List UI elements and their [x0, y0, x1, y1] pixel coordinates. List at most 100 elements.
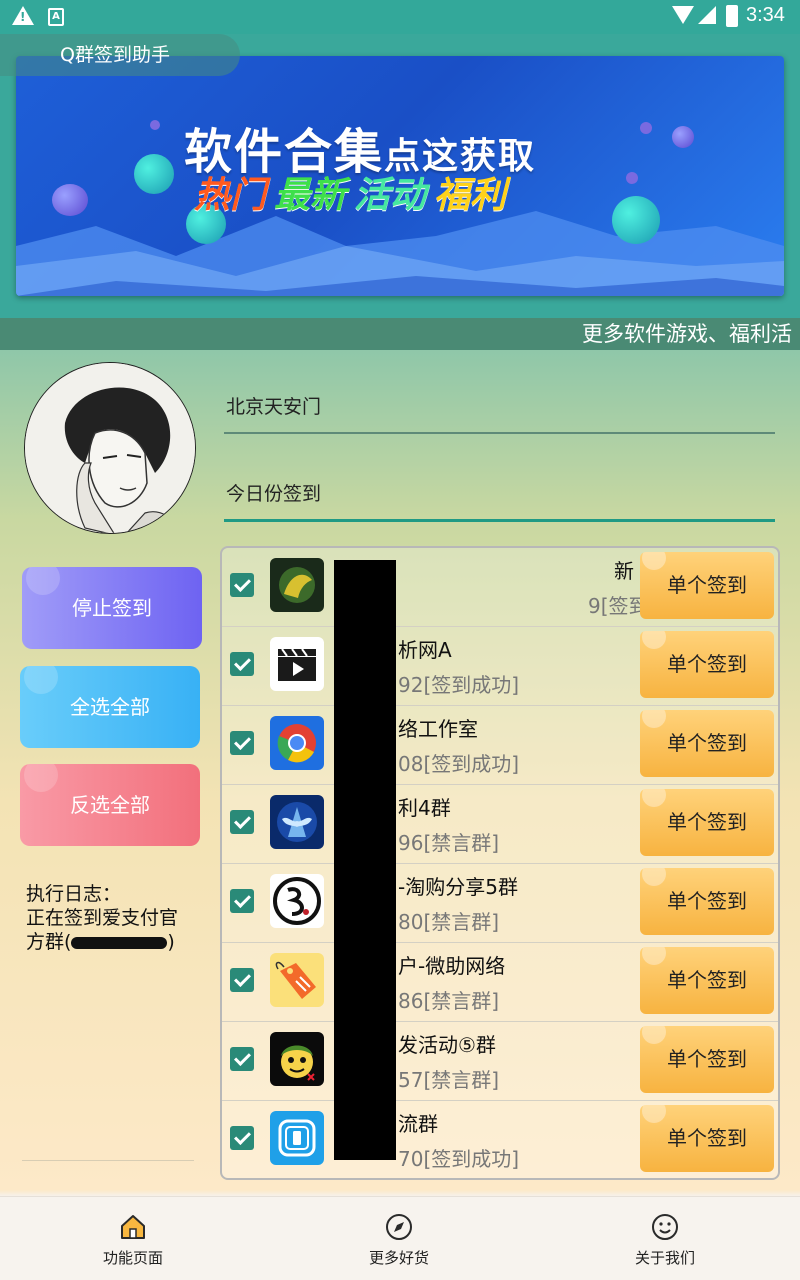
list-item: -淘购分享5群 80[禁言群] 单个签到: [222, 864, 778, 943]
group-checkbox[interactable]: [230, 1126, 254, 1150]
group-name: 发活动⑤群: [398, 1033, 496, 1057]
group-name: 户-微助网络: [398, 954, 506, 978]
group-status: 92[签到成功]: [398, 673, 520, 697]
tab-label: 关于我们: [634, 1249, 695, 1267]
redacted-id: [71, 936, 168, 949]
log-line-prefix: 方群(: [26, 931, 72, 953]
location-text[interactable]: 北京天安门: [226, 392, 321, 419]
mountain-decoration: [16, 211, 784, 296]
bubble-decoration: [672, 126, 694, 148]
group-status: 70[签到成功]: [398, 1147, 520, 1171]
price-tag-icon: [270, 953, 324, 1007]
group-status: 80[禁言群]: [398, 910, 500, 934]
list-item: 流群 70[签到成功] 单个签到: [222, 1101, 778, 1178]
angel-icon: [270, 795, 324, 849]
group-checkbox[interactable]: [230, 652, 254, 676]
single-sign-in-button[interactable]: 单个签到: [640, 1026, 774, 1093]
log-divider: [22, 1160, 194, 1161]
tab-about-us[interactable]: 关于我们: [532, 1197, 798, 1280]
group-name: 利4群: [398, 796, 451, 820]
calligraphy-logo-icon: [270, 874, 324, 928]
compass-icon: [386, 1214, 412, 1240]
stop-sign-in-button[interactable]: 停止签到: [22, 567, 202, 649]
group-status: 57[禁言群]: [398, 1068, 500, 1092]
group-name: 流群: [398, 1112, 438, 1136]
group-name: 新: [614, 559, 634, 583]
list-item: 利4群 96[禁言群] 单个签到: [222, 785, 778, 864]
clapperboard-icon: [270, 637, 324, 691]
status-bar: A 3:34: [0, 0, 800, 34]
single-sign-in-button[interactable]: 单个签到: [640, 789, 774, 856]
bubble-decoration: [52, 184, 88, 216]
scrolling-notice-text: 更多软件游戏、福利活: [582, 322, 792, 346]
avatar-sketch-image: [25, 363, 195, 533]
tab-label: 功能页面: [102, 1249, 163, 1267]
banner-tag: 福利: [434, 175, 507, 216]
phone-frame-icon: [270, 1111, 324, 1165]
avatar[interactable]: [24, 362, 196, 534]
clock-time: 3:34: [746, 4, 785, 26]
app-title: Q群签到助手: [0, 34, 240, 76]
select-all-button[interactable]: 全选全部: [20, 666, 200, 748]
group-checkbox[interactable]: [230, 968, 254, 992]
signal-icon: [698, 6, 716, 24]
group-checkbox[interactable]: [230, 1047, 254, 1071]
group-status: 96[禁言群]: [398, 831, 500, 855]
banner-tags: 热门 最新 活动 福利: [194, 166, 514, 218]
wifi-icon: [672, 6, 694, 24]
sign-text-input[interactable]: 今日份签到: [226, 479, 321, 506]
list-item: 发活动⑤群 57[禁言群] 单个签到: [222, 1022, 778, 1101]
bubble-decoration: [640, 122, 652, 134]
group-list[interactable]: 新 9[签到成功] 单个签到 析网A 92[签到成功] 单个签到 络工作室 08…: [220, 546, 780, 1180]
single-sign-in-button[interactable]: 单个签到: [640, 868, 774, 935]
scrolling-notice[interactable]: 更多软件游戏、福利活: [0, 318, 800, 350]
chrome-icon: [270, 716, 324, 770]
log-line: 正在签到爱支付官: [26, 907, 179, 929]
group-status: 08[签到成功]: [398, 752, 520, 776]
banner-tag: 最新: [274, 175, 347, 216]
log-line: 方群(): [26, 930, 206, 954]
location-underline: [224, 432, 775, 434]
dragon-icon: [270, 558, 324, 612]
list-item: 析网A 92[签到成功] 单个签到: [222, 627, 778, 706]
tab-more-goods[interactable]: 更多好货: [266, 1197, 532, 1280]
invert-selection-button[interactable]: 反选全部: [20, 764, 200, 846]
single-sign-in-button[interactable]: 单个签到: [640, 1105, 774, 1172]
group-checkbox[interactable]: [230, 889, 254, 913]
list-item: 户-微助网络 86[禁言群] 单个签到: [222, 943, 778, 1022]
bubble-decoration: [134, 154, 174, 194]
log-title: 执行日志：: [26, 883, 122, 905]
single-sign-in-button[interactable]: 单个签到: [640, 552, 774, 619]
execution-log: 执行日志： 正在签到爱支付官 方群(): [26, 882, 206, 954]
smile-icon: [652, 1214, 678, 1240]
single-sign-in-button[interactable]: 单个签到: [640, 710, 774, 777]
single-sign-in-button[interactable]: 单个签到: [640, 631, 774, 698]
tab-feature-page[interactable]: 功能页面: [0, 1197, 266, 1280]
group-status: 86[禁言群]: [398, 989, 500, 1013]
log-line-suffix: ): [167, 931, 175, 953]
promo-banner[interactable]: 软件合集点这获取 热门 最新 活动 福利: [16, 56, 784, 296]
banner-tag: 活动: [354, 175, 427, 216]
warning-icon: [12, 6, 34, 25]
group-name: -淘购分享5群: [398, 875, 518, 899]
group-checkbox[interactable]: [230, 573, 254, 597]
group-checkbox[interactable]: [230, 731, 254, 755]
bottom-tab-bar: 功能页面 更多好货 关于我们: [0, 1196, 800, 1280]
redaction-bar: [334, 560, 396, 1160]
banner-tag: 热门: [194, 175, 267, 216]
group-name: 络工作室: [398, 717, 478, 741]
group-name: 析网A: [398, 638, 452, 662]
list-item: 新 9[签到成功] 单个签到: [222, 548, 778, 627]
bubble-decoration: [150, 120, 160, 130]
battery-icon: [726, 5, 738, 27]
list-item: 络工作室 08[签到成功] 单个签到: [222, 706, 778, 785]
bubble-decoration: [626, 172, 638, 184]
tab-label: 更多好货: [368, 1249, 429, 1267]
group-checkbox[interactable]: [230, 810, 254, 834]
sign-text-underline: [224, 519, 775, 522]
cartoon-face-icon: [270, 1032, 324, 1086]
single-sign-in-button[interactable]: 单个签到: [640, 947, 774, 1014]
home-icon: [121, 1215, 145, 1239]
app-notification-icon: A: [48, 8, 64, 26]
bubble-decoration: [612, 196, 660, 244]
